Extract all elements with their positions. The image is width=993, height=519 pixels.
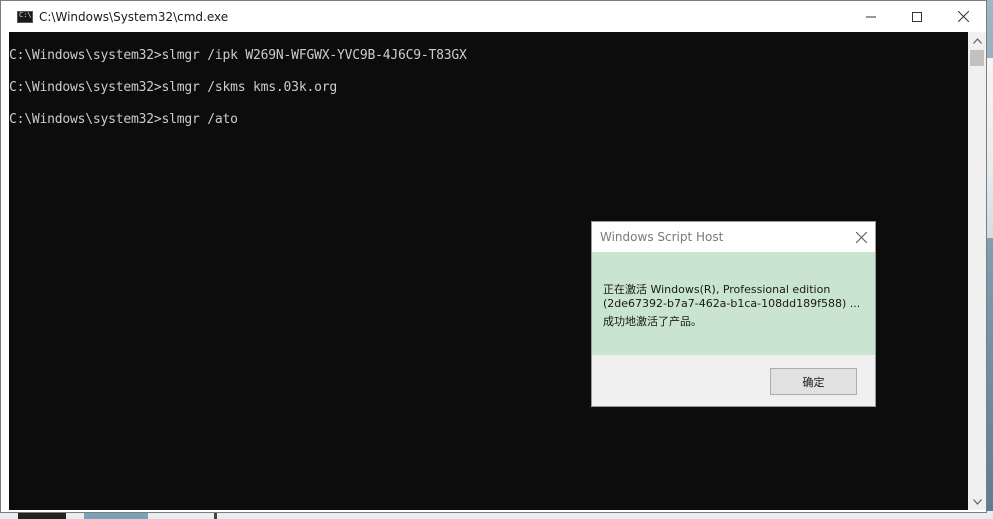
dialog-footer: 确定 [592, 355, 875, 406]
dialog-message-line: 成功地激活了产品。 [603, 315, 702, 328]
title-bar[interactable]: C:\Windows\System32\cmd.exe [1, 1, 986, 32]
chevron-up-icon [972, 37, 982, 44]
scroll-thumb[interactable] [970, 50, 984, 66]
console-line: C:\Windows\system32>slmgr /skms kms.03k.… [9, 80, 337, 95]
dialog-close-button[interactable] [853, 229, 869, 245]
close-icon [957, 11, 969, 22]
maximize-icon [912, 11, 922, 22]
vertical-scrollbar[interactable] [968, 32, 986, 510]
chevron-down-icon [972, 498, 982, 505]
scroll-up-button[interactable] [968, 32, 986, 49]
dialog-title: Windows Script Host [600, 230, 724, 244]
script-host-dialog: Windows Script Host 正在激活 Windows(R), Pro… [591, 221, 876, 407]
dialog-message-area: 正在激活 Windows(R), Professional edition (2… [592, 252, 875, 355]
minimize-icon [866, 16, 876, 17]
dialog-message-line: (2de67392-b7a7-462a-b1ca-108dd189f588) .… [603, 297, 861, 310]
dialog-message-line: 正在激活 Windows(R), Professional edition [603, 283, 831, 296]
console-line: C:\Windows\system32>slmgr /ipk W269N-WFG… [9, 48, 467, 63]
window-controls [848, 1, 986, 32]
close-icon [855, 231, 867, 243]
minimize-button[interactable] [848, 1, 894, 32]
cmd-app-icon[interactable] [17, 10, 33, 23]
close-button[interactable] [940, 1, 986, 32]
ok-button[interactable]: 确定 [770, 368, 857, 395]
console-line: C:\Windows\system32>slmgr /ato [9, 112, 238, 127]
maximize-button[interactable] [894, 1, 940, 32]
window-title: C:\Windows\System32\cmd.exe [39, 9, 229, 24]
scroll-down-button[interactable] [968, 493, 986, 510]
dialog-title-bar[interactable]: Windows Script Host [592, 222, 875, 252]
